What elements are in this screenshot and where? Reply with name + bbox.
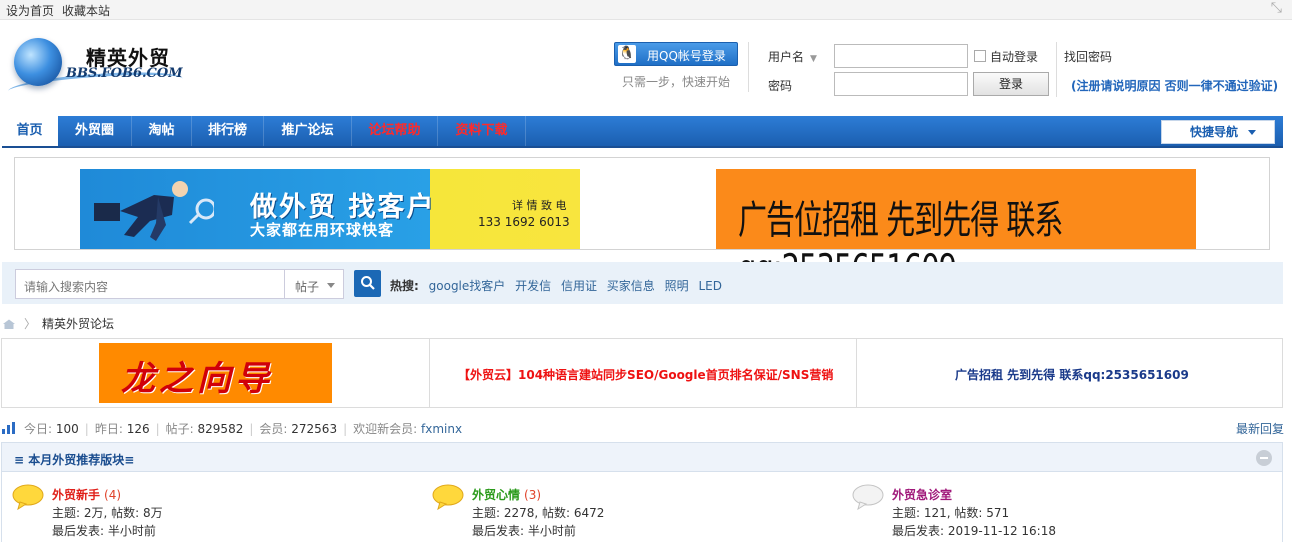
banner-ad-right[interactable]: 广告位招租 先到先得 联系qq:2535651609 <box>716 169 1196 292</box>
dragon-guide-text: 龙之向导 <box>121 359 273 399</box>
chevron-down-icon <box>1248 130 1256 135</box>
collapse-icon[interactable] <box>1256 450 1272 466</box>
find-password-link[interactable]: 找回密码 <box>1064 48 1112 65</box>
main-nav: 首页 外贸圈 淘帖 排行榜 推广论坛 论坛帮助 资料下载 <box>2 116 1283 148</box>
welcome-label: 欢迎新会员: <box>353 422 418 436</box>
hot-keyword[interactable]: 照明 <box>665 279 689 293</box>
forum-name[interactable]: 外贸心情 (3) <box>472 486 541 503</box>
username-input[interactable] <box>834 44 968 68</box>
username-label: 用户名 <box>768 50 805 64</box>
site-logo[interactable]: 精英外贸 BBS.FOB6.COM <box>7 34 193 104</box>
hot-keyword[interactable]: google找客户 <box>429 279 506 293</box>
password-input[interactable] <box>834 72 968 96</box>
forum-name[interactable]: 外贸急诊室 <box>892 486 956 503</box>
nav-item-downloads[interactable]: 资料下载 <box>438 116 526 146</box>
today-label: 今日: <box>24 422 53 436</box>
forum-topic-stats: 主题: 121, 帖数: 571 <box>892 506 1010 520</box>
board-title[interactable]: ≡ 本月外贸推荐版块≡ <box>14 451 134 468</box>
banner-ad-tel: 133 1692 6013 <box>478 215 570 229</box>
resize-icon[interactable]: ⤡ <box>1271 0 1282 16</box>
latest-reply-link[interactable]: 最新回复 <box>1236 420 1284 437</box>
forum-item: 外贸新手 (4) 主题: 2万, 帖数: 8万 最后发表: 半小时前 <box>12 482 392 542</box>
forum-last-post[interactable]: 最后发表: 半小时前 <box>52 522 156 539</box>
forum-new-bubble-icon <box>12 484 44 510</box>
search-type-value: 帖子 <box>295 280 320 294</box>
search-button[interactable] <box>354 270 381 297</box>
hot-label: 热搜: <box>390 279 419 293</box>
dragon-guide-ad[interactable]: 龙之向导 <box>99 343 332 403</box>
forum-item: 外贸心情 (3) 主题: 2278, 帖数: 6472 最后发表: 半小时前 <box>432 482 812 542</box>
forum-topic-stats: 主题: 2万, 帖数: 8万 <box>52 506 163 520</box>
forum-new-bubble-icon <box>432 484 464 510</box>
businessman-illustration <box>94 181 214 241</box>
banner-ad-subline: 大家都在用环球快客 <box>250 221 395 239</box>
qq-login-button[interactable]: 🐧 用QQ帐号登录 <box>614 42 738 66</box>
password-label: 密码 <box>768 79 793 93</box>
quick-nav-label: 快捷导航 <box>1190 125 1239 139</box>
auto-login-label[interactable]: 自动登录 <box>990 48 1038 65</box>
posts-count: 829582 <box>197 422 244 436</box>
hot-keyword[interactable]: LED <box>698 279 722 293</box>
hot-keyword[interactable]: 买家信息 <box>607 279 655 293</box>
posts-label: 帖子: <box>165 422 194 436</box>
divider <box>748 42 749 92</box>
hot-keyword[interactable]: 开发信 <box>515 279 551 293</box>
globe-icon <box>14 38 62 86</box>
qq-login-hint: 只需一步，快速开始 <box>622 75 731 89</box>
hot-searches: 热搜: google找客户 开发信 信用证 买家信息 照明 LED <box>390 277 722 294</box>
bookmark-link[interactable]: 收藏本站 <box>62 2 110 19</box>
breadcrumb: 〉精英外贸论坛 <box>2 315 114 332</box>
breadcrumb-separator: 〉 <box>24 317 37 331</box>
chevron-down-icon <box>327 283 335 288</box>
auto-login-checkbox[interactable] <box>974 50 986 62</box>
breadcrumb-current[interactable]: 精英外贸论坛 <box>42 317 114 331</box>
home-icon[interactable] <box>2 319 16 329</box>
nav-item-home[interactable]: 首页 <box>2 116 58 146</box>
nav-item-taotie[interactable]: 淘帖 <box>132 116 192 146</box>
stats-chart-icon <box>2 422 15 434</box>
members-label: 会员: <box>259 422 288 436</box>
qq-penguin-icon: 🐧 <box>618 45 636 63</box>
logo-en-text: BBS.FOB6.COM <box>66 66 183 81</box>
chevron-down-icon: ▼ <box>810 54 817 64</box>
quick-nav-button[interactable]: 快捷导航 <box>1161 120 1275 144</box>
nav-item-help[interactable]: 论坛帮助 <box>352 116 438 146</box>
forum-last-post[interactable]: 最后发表: 半小时前 <box>472 522 576 539</box>
search-input[interactable]: 请输入搜索内容 <box>15 269 285 299</box>
text-ad-middle[interactable]: 【外贸云】104种语言建站同步SEO/Google首页排名保证/SNS营销 <box>458 366 833 383</box>
yesterday-label: 昨日: <box>94 422 123 436</box>
recommended-board-header: ≡ 本月外贸推荐版块≡ <box>1 442 1283 472</box>
search-placeholder: 请输入搜索内容 <box>24 280 109 294</box>
forum-name[interactable]: 外贸新手 (4) <box>52 486 121 503</box>
divider <box>1056 42 1057 97</box>
banner-ad-left[interactable]: 做外贸 找客户 大家都在用环球快客 详 情 致 电 133 1692 6013 <box>80 169 580 249</box>
forum-topic-stats: 主题: 2278, 帖数: 6472 <box>472 506 605 520</box>
members-count: 272563 <box>291 422 338 436</box>
banner-ad-tel-label: 详 情 致 电 <box>512 199 567 212</box>
set-home-link[interactable]: 设为首页 <box>6 2 54 19</box>
search-icon <box>361 276 375 290</box>
forum-last-post[interactable]: 最后发表: 2019-11-12 16:18 <box>892 522 1056 539</box>
top-bar: 设为首页 收藏本站 ⤡ <box>0 0 1292 20</box>
newest-member-link[interactable]: fxminx <box>421 422 462 436</box>
nav-item-ranking[interactable]: 排行榜 <box>192 116 264 146</box>
yesterday-count: 126 <box>126 422 150 436</box>
forum-stats: 今日: 100 | 昨日: 126 | 帖子: 829582 | 会员: 272563 | 欢迎… <box>2 420 462 437</box>
nav-item-promote[interactable]: 推广论坛 <box>264 116 352 146</box>
text-ad-right[interactable]: 广告招租 先到先得 联系qq:2535651609 <box>955 366 1189 383</box>
search-type-select[interactable]: 帖子 <box>284 269 344 299</box>
register-note: (注册请说明原因 否则一律不通过验证) <box>1071 79 1279 93</box>
qq-login-label: 用QQ帐号登录 <box>647 49 726 63</box>
nav-item-trade-circle[interactable]: 外贸圈 <box>58 116 132 146</box>
username-type-select[interactable]: 用户名 ▼ <box>768 48 817 65</box>
forum-item: 外贸急诊室 主题: 121, 帖数: 571 最后发表: 2019-11-12 … <box>852 482 1232 542</box>
login-button[interactable]: 登录 <box>973 72 1049 96</box>
forum-bubble-icon <box>852 484 884 510</box>
today-count: 100 <box>55 422 79 436</box>
hot-keyword[interactable]: 信用证 <box>561 279 597 293</box>
